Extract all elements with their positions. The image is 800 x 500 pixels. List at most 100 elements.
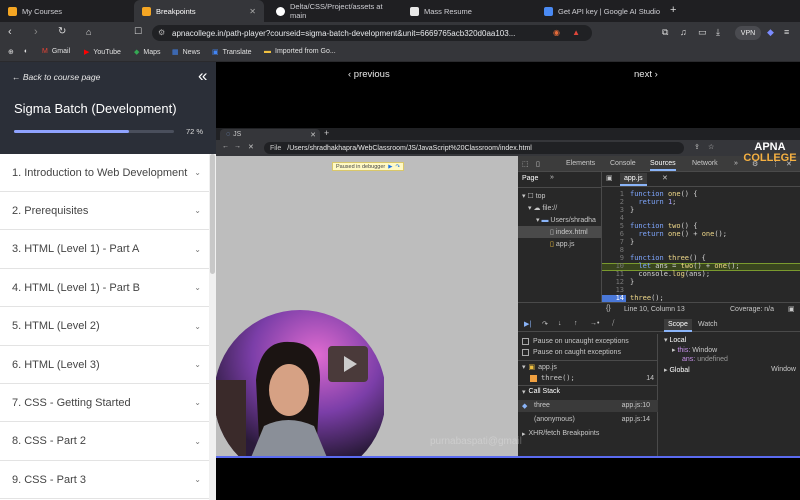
star-icon[interactable]: ☆ xyxy=(708,143,714,151)
callstack-header[interactable]: ▾ Call Stack xyxy=(522,388,560,396)
breakpoint-file[interactable]: ▾ ▣ app.js xyxy=(522,363,557,372)
tab-github[interactable]: Delta/CSS/Project/assets at main xyxy=(268,0,398,22)
checkbox[interactable] xyxy=(522,338,529,345)
site-info-icon[interactable]: ⚙ xyxy=(158,28,165,37)
tab-elements[interactable]: Elements xyxy=(566,160,595,167)
line-number[interactable]: 11 xyxy=(602,270,624,278)
bookmark-imported[interactable]: ▬ Imported from Go... xyxy=(264,48,336,55)
line-number[interactable]: 5 xyxy=(602,222,624,230)
tab-console[interactable]: Console xyxy=(610,160,636,167)
new-tab-button[interactable]: + xyxy=(670,4,676,16)
chevron-down-icon[interactable]: ⌄ xyxy=(194,322,201,331)
breakpoint-entry[interactable]: three(); 14 xyxy=(530,374,654,382)
chevron-down-icon[interactable]: ⌄ xyxy=(194,360,201,369)
xhr-breakpoints-header[interactable]: ▸ XHR/fetch Breakpoints xyxy=(522,430,599,438)
inner-address-bar[interactable]: File /Users/shradhakhapra/WebClassroom/J… xyxy=(264,142,684,154)
bookmark-youtube[interactable]: ▶ YouTube xyxy=(84,48,121,57)
coverage-icon[interactable]: ▣ xyxy=(788,305,795,313)
tab-google-ai-studio[interactable]: Get API key | Google AI Studio xyxy=(536,0,666,22)
tree-file-appjs[interactable]: ▯ app.js xyxy=(550,240,575,248)
bookmark-news[interactable]: ▦ News xyxy=(172,48,200,57)
bookmark-translate[interactable]: ▣ Translate xyxy=(212,48,252,57)
video-player[interactable]: ◌ JS ✕ + ← → ✕ File /Users/shradhakhapra… xyxy=(216,88,800,460)
forward-arrow-icon[interactable]: › xyxy=(34,26,38,38)
back-arrow-icon[interactable]: ← xyxy=(222,143,229,150)
back-to-course-link[interactable]: ← Back to course page xyxy=(12,72,100,82)
close-tab-icon[interactable]: ✕ xyxy=(310,131,316,139)
line-number[interactable]: 14 xyxy=(602,294,624,302)
step-icon[interactable]: →• xyxy=(590,320,599,327)
scrollbar-thumb[interactable] xyxy=(210,154,215,274)
device-toolbar-icon[interactable]: ▯ xyxy=(536,160,540,168)
deactivate-breakpoints-icon[interactable]: ⧸ xyxy=(612,320,614,328)
inner-tab[interactable]: ◌ JS ✕ xyxy=(220,129,320,140)
bookmark-icon[interactable]: ◐ xyxy=(24,48,28,55)
chevron-down-icon[interactable]: ⌄ xyxy=(194,168,201,177)
line-number[interactable]: 9 xyxy=(602,254,624,262)
forward-arrow-icon[interactable]: → xyxy=(234,143,241,150)
bookmark-gmail[interactable]: M Gmail xyxy=(42,48,70,55)
step-over-icon[interactable]: ↷ xyxy=(395,164,400,170)
brave-shield-icon[interactable]: ◉ xyxy=(553,28,560,37)
course-section-item[interactable]: 6. HTML (Level 3) ⌄ xyxy=(0,346,209,384)
scope-local[interactable]: ▾ Local xyxy=(664,336,686,344)
chevron-down-icon[interactable]: ⌄ xyxy=(194,475,201,484)
tree-folder[interactable]: ▾ ▬ Users/shradha xyxy=(536,216,596,224)
sidebar-scrollbar[interactable] xyxy=(209,154,216,500)
course-section-item[interactable]: 9. CSS - Part 3 ⌄ xyxy=(0,461,209,500)
inspect-icon[interactable]: ⬚ xyxy=(522,160,529,168)
resume-icon[interactable]: ▶ xyxy=(388,164,392,170)
course-section-item[interactable]: 1. Introduction to Web Development ⌄ xyxy=(0,154,209,192)
stop-icon[interactable]: ✕ xyxy=(248,143,254,151)
course-section-item[interactable]: 4. HTML (Level 1) - Part B ⌄ xyxy=(0,269,209,308)
toggle-navigator-icon[interactable]: ▣ xyxy=(606,174,613,182)
line-number[interactable]: 6 xyxy=(602,230,624,238)
format-icon[interactable]: {} xyxy=(606,305,611,312)
tab-breakpoints[interactable]: Breakpoints ✕ xyxy=(134,0,264,22)
bookmark-icon[interactable]: ☐ xyxy=(134,26,142,37)
more-tabs-icon[interactable]: » xyxy=(734,160,738,167)
tree-top[interactable]: ▾ ☐ top xyxy=(522,192,545,200)
editor-file-tab[interactable]: app.js xyxy=(620,173,647,186)
new-tab-icon[interactable]: + xyxy=(324,128,329,138)
line-number[interactable]: 2 xyxy=(602,198,624,206)
chevron-down-icon[interactable]: ⌄ xyxy=(194,283,201,292)
line-number[interactable]: 7 xyxy=(602,238,624,246)
menu-icon[interactable]: ≡ xyxy=(784,27,789,37)
expand-icon[interactable]: ▾ xyxy=(522,363,526,371)
previous-button[interactable]: ‹ previous xyxy=(348,69,390,80)
close-tab-icon[interactable]: ✕ xyxy=(249,7,256,16)
extensions-icon[interactable]: ⧉ xyxy=(662,27,668,38)
next-button[interactable]: next › xyxy=(634,69,658,80)
chevron-down-icon[interactable]: ⌄ xyxy=(194,245,201,254)
address-bar[interactable]: ⚙ apnacollege.in/path-player?courseid=si… xyxy=(152,25,592,41)
more-icon[interactable]: » xyxy=(550,174,554,181)
course-section-item[interactable]: 5. HTML (Level 2) ⌄ xyxy=(0,308,209,346)
resume-icon[interactable]: ▶| xyxy=(524,320,531,328)
tab-network[interactable]: Network xyxy=(692,160,718,167)
music-icon[interactable]: ♫ xyxy=(680,27,687,37)
tab-scope[interactable]: Scope xyxy=(664,319,692,332)
line-number[interactable]: 10 xyxy=(602,262,624,270)
tree-file-origin[interactable]: ▾ ☁ file:// xyxy=(528,204,557,212)
tab-watch[interactable]: Watch xyxy=(698,321,718,328)
back-arrow-icon[interactable]: ‹ xyxy=(8,26,12,38)
scope-this[interactable]: ▸ this: Window xyxy=(672,346,717,354)
callstack-frame-selected[interactable]: ◆ three app.js:10 xyxy=(518,400,658,412)
step-out-icon[interactable]: ↑ xyxy=(574,320,578,327)
page-tab[interactable]: Page xyxy=(522,175,538,182)
course-section-item[interactable]: 3. HTML (Level 1) - Part A ⌄ xyxy=(0,231,209,269)
course-section-item[interactable]: 7. CSS - Getting Started ⌄ xyxy=(0,384,209,423)
chevron-down-icon[interactable]: ⌄ xyxy=(194,398,201,407)
reload-icon[interactable]: ↻ xyxy=(58,26,66,37)
tab-sources[interactable]: Sources xyxy=(650,160,676,171)
expand-icon[interactable]: ▾ xyxy=(522,388,526,396)
callstack-frame[interactable]: (anonymous) app.js:14 xyxy=(518,414,658,426)
line-number[interactable]: 8 xyxy=(602,246,624,254)
checked-checkbox[interactable] xyxy=(530,374,537,382)
tree-file-index[interactable]: ▯ index.html xyxy=(550,228,588,236)
download-icon[interactable]: ⤓ xyxy=(716,27,720,38)
line-number[interactable]: 4 xyxy=(602,214,624,222)
home-icon[interactable]: ⌂ xyxy=(86,27,91,37)
ai-icon[interactable]: ◆ xyxy=(767,27,774,38)
